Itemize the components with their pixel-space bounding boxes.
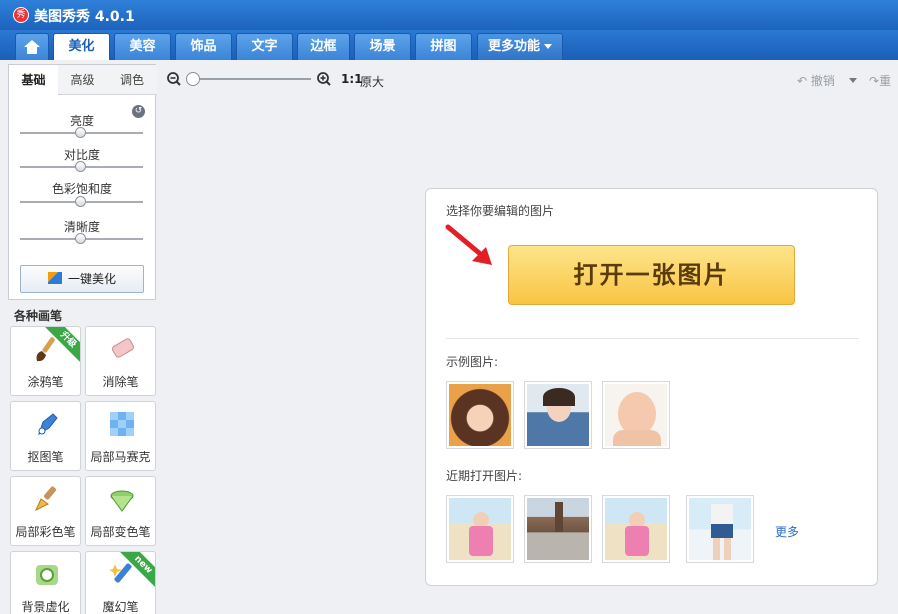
chevron-down-icon xyxy=(544,44,552,49)
subtab-color-tone[interactable]: 调色 xyxy=(107,65,157,95)
saturation-label: 色彩饱和度 xyxy=(51,182,112,196)
brush-label: 抠图笔 xyxy=(27,450,64,464)
open-image-panel: 选择你要编辑的图片 打开一张图片 示例图片: 近期打开图片: 更多 xyxy=(425,188,878,586)
recent-images-label: 近期打开图片: xyxy=(446,469,523,483)
redo-icon: ↷ xyxy=(869,74,880,88)
undo-button[interactable]: ↶ 撤销 xyxy=(797,72,835,89)
canvas-toolbar: 1:1 原大 ↶ 撤销 ↷重 xyxy=(163,60,898,98)
contrast-slider-thumb[interactable] xyxy=(75,161,86,172)
divider xyxy=(446,338,859,339)
one-click-beautify-button[interactable]: 一键美化 xyxy=(20,265,144,293)
sample-image-thumbnail[interactable] xyxy=(524,381,592,449)
home-icon xyxy=(24,40,40,54)
app-logo-icon: 秀 xyxy=(13,7,29,23)
brightness-slider-thumb[interactable] xyxy=(75,127,86,138)
brush-label: 魔幻笔 xyxy=(102,600,139,614)
brush-mosaic[interactable]: 局部马赛克 xyxy=(85,401,156,471)
brush-label: 局部马赛克 xyxy=(90,450,151,464)
brush-blur-background[interactable]: 背景虚化 xyxy=(10,551,81,614)
recent-image-thumbnail[interactable] xyxy=(524,495,592,563)
undo-icon: ↶ xyxy=(797,74,808,88)
brush-label: 局部变色笔 xyxy=(90,525,151,539)
brush-label: 背景虚化 xyxy=(21,600,70,614)
recolor-icon xyxy=(110,490,134,512)
canvas-area: 选择你要编辑的图片 打开一张图片 示例图片: 近期打开图片: 更多 xyxy=(163,98,898,614)
brush-eraser[interactable]: 消除笔 xyxy=(85,326,156,396)
brush-label: 消除笔 xyxy=(102,375,139,389)
more-recent-link[interactable]: 更多 xyxy=(775,523,799,540)
choose-image-label: 选择你要编辑的图片 xyxy=(446,204,555,218)
zoom-slider[interactable] xyxy=(193,78,311,80)
title-bar: 秀 美图秀秀 4.0.1 xyxy=(0,0,898,30)
magic-wand-icon xyxy=(47,272,62,284)
undo-dropdown-icon[interactable] xyxy=(849,78,857,83)
app-title: 美图秀秀 4.0.1 xyxy=(34,9,135,25)
more-features-menu[interactable]: 更多功能 xyxy=(477,33,563,60)
tab-decorations[interactable]: 饰品 xyxy=(175,33,232,60)
redo-button[interactable]: ↷重 xyxy=(869,72,891,89)
tab-text[interactable]: 文字 xyxy=(236,33,293,60)
brush-magic[interactable]: new 魔幻笔 xyxy=(85,551,156,614)
brush-cutout[interactable]: 抠图笔 xyxy=(10,401,81,471)
brush-section-title: 各种画笔 xyxy=(14,309,63,323)
cutout-pen-icon xyxy=(38,413,58,436)
recent-image-thumbnail[interactable] xyxy=(686,495,754,563)
eraser-icon xyxy=(111,338,135,358)
sample-image-thumbnail[interactable] xyxy=(446,381,514,449)
brush-doodle[interactable]: 升级 涂鸦笔 xyxy=(10,326,81,396)
redo-label: 重 xyxy=(879,74,892,88)
more-features-label: 更多功能 xyxy=(487,39,540,54)
mosaic-icon xyxy=(110,412,134,436)
sample-images-label: 示例图片: xyxy=(446,355,499,369)
recent-image-thumbnail[interactable] xyxy=(446,495,514,563)
main-menu-bar: 美化 美容 饰品 文字 边框 场景 拼图 更多功能 xyxy=(0,30,898,60)
subtab-basic[interactable]: 基础 xyxy=(9,65,59,95)
red-arrow-icon xyxy=(445,224,492,265)
brush-recolor[interactable]: 局部变色笔 xyxy=(85,476,156,546)
tab-face-beauty[interactable]: 美容 xyxy=(114,33,171,60)
blur-background-icon xyxy=(36,565,58,585)
tab-border[interactable]: 边框 xyxy=(297,33,350,60)
one-click-beautify-label: 一键美化 xyxy=(67,272,116,286)
left-panel: 基础 高级 调色 ↺ 亮度 对比度 色彩饱和度 清晰度 一键美化 各种画笔 升级… xyxy=(0,60,163,614)
sharpness-slider-thumb[interactable] xyxy=(75,233,86,244)
brush-label: 局部彩色笔 xyxy=(15,525,76,539)
tab-collage[interactable]: 拼图 xyxy=(415,33,472,60)
tab-beautify[interactable]: 美化 xyxy=(53,33,110,60)
original-size-label[interactable]: 原大 xyxy=(360,73,384,90)
brush-label: 涂鸦笔 xyxy=(27,375,64,389)
zoom-in-icon[interactable] xyxy=(317,72,331,86)
subtab-advanced[interactable]: 高级 xyxy=(58,65,108,95)
recent-image-thumbnail[interactable] xyxy=(602,495,670,563)
tab-scene[interactable]: 场景 xyxy=(354,33,411,60)
home-tab[interactable] xyxy=(15,33,49,60)
basic-adjust-panel: 基础 高级 调色 ↺ 亮度 对比度 色彩饱和度 清晰度 一键美化 xyxy=(8,64,157,300)
zoom-slider-thumb[interactable] xyxy=(186,72,200,86)
brush-color[interactable]: 局部彩色笔 xyxy=(10,476,81,546)
open-image-button[interactable]: 打开一张图片 xyxy=(508,245,795,305)
undo-label: 撤销 xyxy=(810,74,835,88)
sample-image-thumbnail[interactable] xyxy=(602,381,670,449)
color-brush-icon xyxy=(34,486,56,512)
saturation-slider-thumb[interactable] xyxy=(75,196,86,207)
zoom-out-icon[interactable] xyxy=(167,72,181,86)
